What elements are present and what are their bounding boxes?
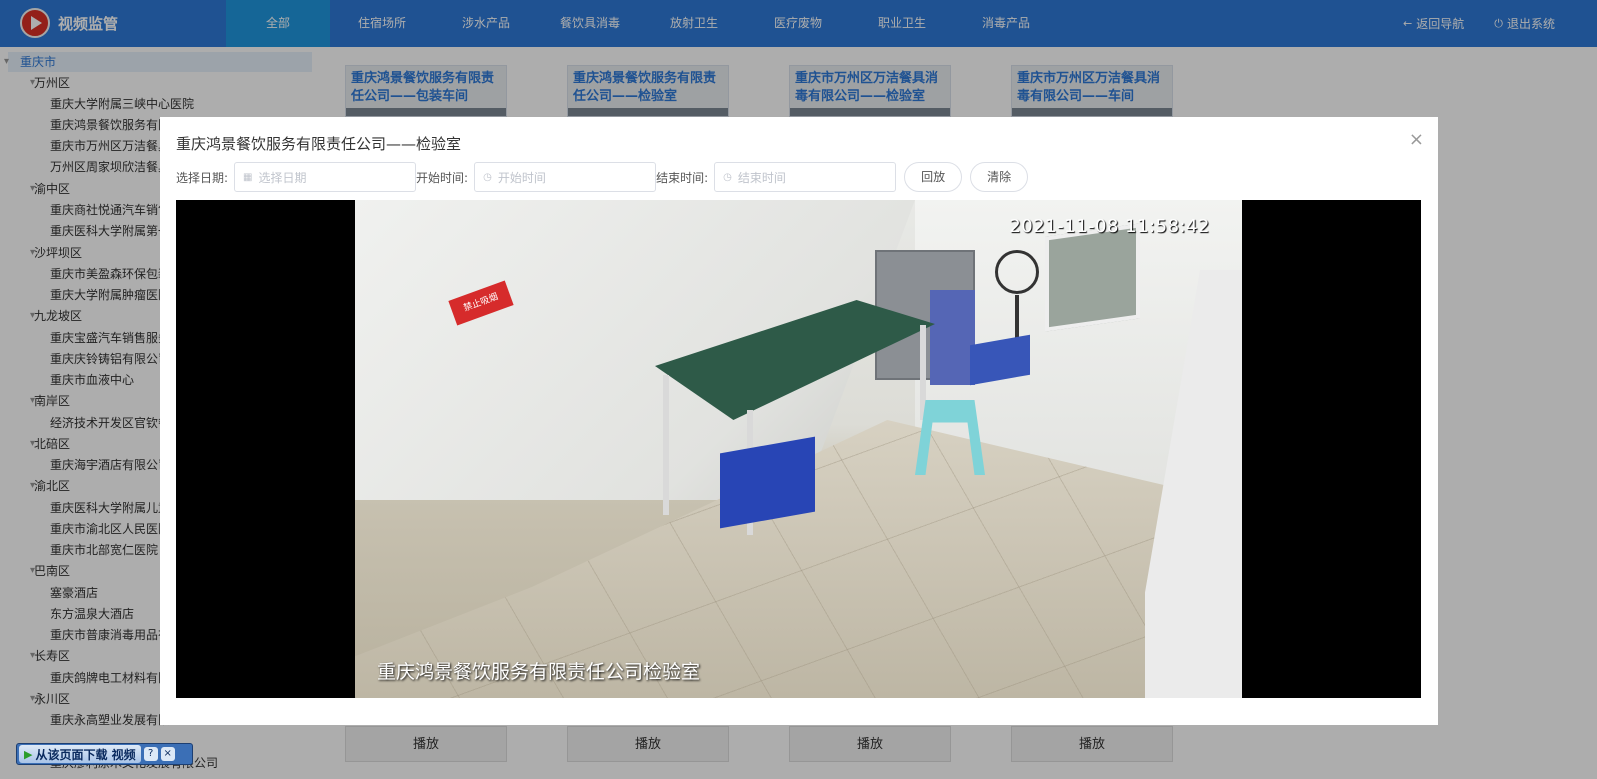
start-time-picker[interactable]: ◷ 开始时间 bbox=[474, 162, 657, 192]
end-time-label: 结束时间: bbox=[656, 170, 709, 185]
date-label: 选择日期: bbox=[176, 170, 229, 185]
download-video-label: 从该页面下载 视频 bbox=[35, 747, 136, 762]
modal-title: 重庆鸿景餐饮服务有限责任公司——检验室 bbox=[176, 135, 462, 153]
video-download-widget: ▶ 从该页面下载 视频 ? × bbox=[16, 743, 193, 765]
clock-icon: ◷ bbox=[723, 171, 732, 183]
calendar-icon: ▦ bbox=[243, 171, 253, 183]
date-placeholder: 选择日期 bbox=[258, 170, 307, 185]
start-time-placeholder: 开始时间 bbox=[497, 170, 546, 185]
close-icon[interactable]: × bbox=[160, 747, 175, 761]
replay-button[interactable]: 回放 bbox=[904, 162, 963, 192]
help-icon[interactable]: ? bbox=[143, 747, 158, 761]
playback-filters: 选择日期: ▦ 选择日期 开始时间: ◷ 开始时间 结束时间: ◷ 结束时间 回… bbox=[176, 162, 1029, 192]
frame-window bbox=[1045, 223, 1140, 332]
video-playback-modal: 重庆鸿景餐饮服务有限责任公司——检验室 × 选择日期: ▦ 选择日期 开始时间:… bbox=[160, 117, 1438, 725]
date-picker[interactable]: ▦ 选择日期 bbox=[234, 162, 417, 192]
start-time-label: 开始时间: bbox=[416, 170, 469, 185]
frame-cabinet-door bbox=[930, 290, 975, 385]
fan-icon bbox=[995, 250, 1039, 294]
download-video-button[interactable]: ▶ 从该页面下载 视频 bbox=[19, 745, 141, 763]
video-timestamp: 2021-11-08 11:58:42 bbox=[1009, 216, 1210, 237]
end-time-picker[interactable]: ◷ 结束时间 bbox=[714, 162, 897, 192]
video-player[interactable]: 禁止吸烟 2021-11-08 11:58:42 重庆鸿景餐饮服务有限责任公司检… bbox=[176, 200, 1421, 698]
camera-frame: 禁止吸烟 2021-11-08 11:58:42 重庆鸿景餐饮服务有限责任公司检… bbox=[355, 200, 1242, 698]
play-icon: ▶ bbox=[24, 747, 33, 761]
clear-button[interactable]: 清除 bbox=[970, 162, 1029, 192]
clock-icon: ◷ bbox=[483, 171, 492, 183]
end-time-placeholder: 结束时间 bbox=[737, 170, 786, 185]
close-icon[interactable]: × bbox=[1409, 129, 1424, 150]
frame-table-leg bbox=[663, 375, 669, 515]
video-caption: 重庆鸿景餐饮服务有限责任公司检验室 bbox=[377, 661, 701, 683]
